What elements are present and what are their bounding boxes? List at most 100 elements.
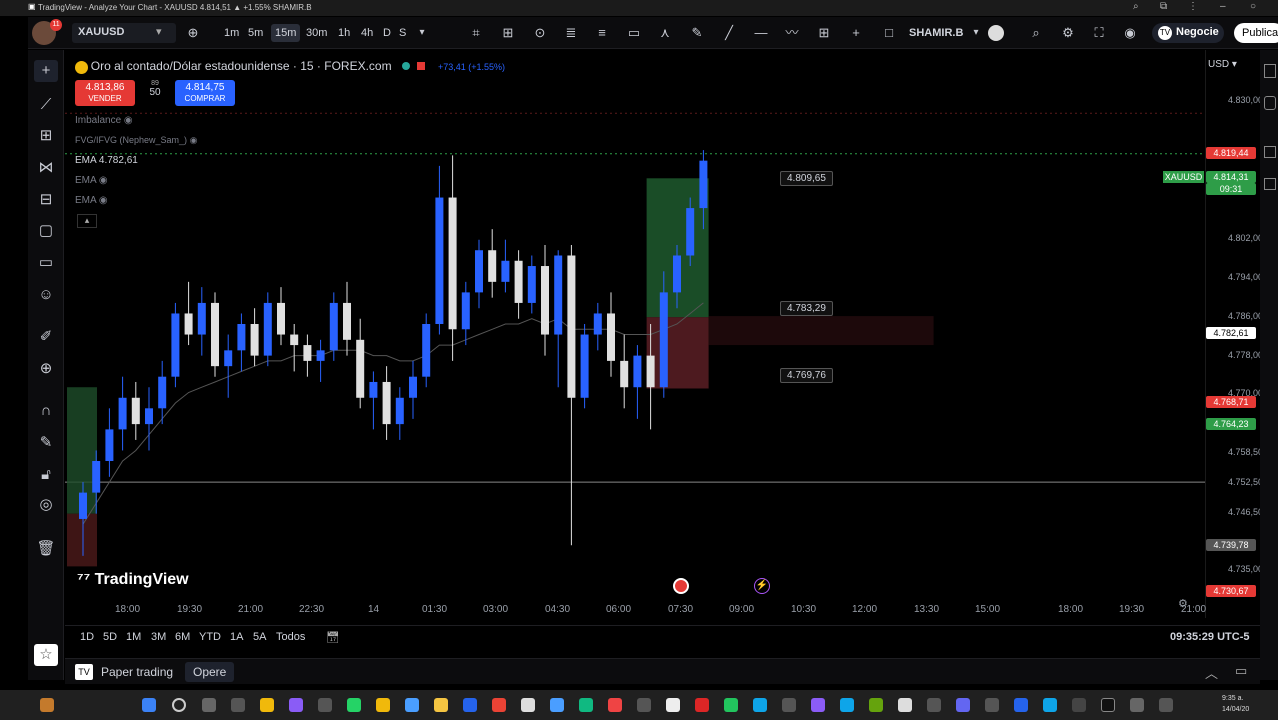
- eye-icon[interactable]: ◉: [124, 115, 133, 126]
- indicator-fvg[interactable]: FVG/IFVG (Nephew_Sam_) ◉: [75, 135, 197, 146]
- timeframe-30m[interactable]: 30m: [302, 24, 331, 42]
- zoom-tool-icon[interactable]: ⊕: [34, 358, 58, 380]
- chevron-down-icon[interactable]: ▾: [968, 25, 984, 41]
- search-icon[interactable]: ⌕: [1028, 25, 1044, 41]
- paper-trading-label[interactable]: Paper trading: [101, 665, 173, 679]
- fib-icon[interactable]: ⋏: [657, 25, 673, 41]
- chrome-icon[interactable]: [492, 698, 506, 712]
- task-view-icon[interactable]: [202, 698, 216, 712]
- app-icon[interactable]: [753, 698, 767, 712]
- indicator-ema-1[interactable]: EMA 4.782,61: [75, 155, 138, 166]
- pattern-tool-icon[interactable]: ⋈: [34, 157, 58, 179]
- price-chart[interactable]: [65, 50, 1205, 598]
- app-icon[interactable]: [927, 698, 941, 712]
- app-icon[interactable]: [405, 698, 419, 712]
- timeframe-1m[interactable]: 1m: [220, 24, 243, 42]
- timeframe-15m[interactable]: 15m: [271, 24, 301, 42]
- ruler-tool-icon[interactable]: ✐: [34, 326, 58, 348]
- trade-button[interactable]: TV Negocie: [1152, 23, 1224, 43]
- hline-icon[interactable]: —: [753, 25, 769, 41]
- whatsapp-icon[interactable]: [347, 698, 361, 712]
- brush-icon[interactable]: ✎: [689, 25, 705, 41]
- app-icon[interactable]: [782, 698, 796, 712]
- app-icon[interactable]: [637, 698, 651, 712]
- app-icon[interactable]: [376, 698, 390, 712]
- add-symbol-icon[interactable]: ⊕: [185, 25, 201, 41]
- gear-icon[interactable]: ⚙: [1060, 25, 1076, 41]
- app-icon[interactable]: [811, 698, 825, 712]
- app-icon[interactable]: [840, 698, 854, 712]
- eye-icon[interactable]: ◉: [190, 135, 198, 145]
- range-6m[interactable]: 6M: [175, 631, 190, 643]
- account-dot-icon[interactable]: [988, 25, 1004, 41]
- timeframe-4h[interactable]: 4h: [357, 24, 377, 42]
- timeframe-5m[interactable]: 5m: [244, 24, 267, 42]
- app-icon[interactable]: [579, 698, 593, 712]
- symbol-search[interactable]: XAUUSD ▾: [72, 23, 176, 43]
- range-all[interactable]: Todos: [276, 631, 305, 643]
- menu-icon[interactable]: ⋮: [1188, 1, 1198, 12]
- range-1a[interactable]: 1A: [230, 631, 243, 643]
- chevron-down-icon[interactable]: ▾: [414, 25, 430, 41]
- replay-icon[interactable]: ≣: [563, 25, 579, 41]
- extensions-icon[interactable]: ⧉: [1160, 1, 1167, 12]
- line-tool-icon[interactable]: ⟋: [34, 94, 58, 116]
- indicator-imbalance[interactable]: Imbalance ◉: [75, 115, 133, 126]
- app-icon[interactable]: [1159, 698, 1173, 712]
- chevron-up-icon[interactable]: ︿: [1205, 663, 1218, 682]
- alerts-icon[interactable]: [1264, 96, 1276, 110]
- chart-pane[interactable]: Oro al contado/Dólar estadounidense · 15…: [65, 50, 1205, 598]
- calendar-icon[interactable]: 📅︎: [326, 631, 340, 644]
- templates-icon[interactable]: ≡: [594, 25, 610, 41]
- lock-drawing-icon[interactable]: ✎: [34, 432, 58, 454]
- publish-button[interactable]: Publica: [1234, 23, 1278, 43]
- maximize-panel-icon[interactable]: ▭: [1235, 663, 1247, 679]
- range-5a[interactable]: 5A: [253, 631, 266, 643]
- alert-icon[interactable]: ⊙: [532, 25, 548, 41]
- app-icon[interactable]: [463, 698, 477, 712]
- tiktok-icon[interactable]: [1072, 698, 1086, 712]
- app-icon[interactable]: [260, 698, 274, 712]
- watchlist-icon[interactable]: [1264, 64, 1276, 78]
- minimize-icon[interactable]: –: [1220, 1, 1226, 12]
- bar-style-icon[interactable]: ⌗: [468, 25, 484, 41]
- eye-icon[interactable]: ◉: [99, 195, 108, 206]
- range-1m[interactable]: 1M: [126, 631, 141, 643]
- timeframe-d[interactable]: D: [379, 24, 395, 42]
- indicators-icon[interactable]: ⊞: [500, 25, 516, 41]
- grid-icon[interactable]: ⊞: [816, 25, 832, 41]
- weather-icon[interactable]: [40, 698, 54, 712]
- magnet-tool-icon[interactable]: ∩: [34, 400, 58, 422]
- search-icon[interactable]: ⌕: [1133, 1, 1139, 12]
- windows-start-icon[interactable]: [142, 698, 156, 712]
- app-icon[interactable]: [1014, 698, 1028, 712]
- youtube-icon[interactable]: [608, 698, 622, 712]
- projection-tool-icon[interactable]: ⊟: [34, 189, 58, 211]
- timeframe-1h[interactable]: 1h: [334, 24, 354, 42]
- fullscreen-icon[interactable]: ⛶: [1091, 25, 1107, 41]
- account-label[interactable]: SHAMIR.B: [909, 17, 963, 49]
- price-axis[interactable]: USD ▾ 4.830,00 4.802,00 4.794,00 4.786,0…: [1178, 50, 1263, 618]
- buy-button[interactable]: 4.814,75 COMPRAR: [175, 80, 235, 106]
- watchlist-star-icon[interactable]: ☆: [34, 644, 58, 666]
- eye-icon[interactable]: ◉: [99, 175, 108, 186]
- telegram-icon[interactable]: [1043, 698, 1057, 712]
- app-icon[interactable]: [724, 698, 738, 712]
- app-icon[interactable]: [985, 698, 999, 712]
- camera-icon[interactable]: ◉: [1122, 25, 1138, 41]
- trendline-icon[interactable]: ╱: [721, 25, 737, 41]
- sell-button[interactable]: 4.813,86 VENDER: [75, 80, 135, 106]
- timeframe-s[interactable]: S: [395, 24, 410, 42]
- settings-icon[interactable]: [1130, 698, 1144, 712]
- note-icon[interactable]: ▭: [626, 25, 642, 41]
- chat-icon[interactable]: [1264, 146, 1276, 158]
- app-icon[interactable]: [521, 698, 535, 712]
- collapse-legend-icon[interactable]: ▴: [77, 214, 97, 228]
- time-axis[interactable]: 18:00 19:30 21:00 22:30 14 01:30 03:00 0…: [65, 600, 1206, 620]
- lightning-event-icon[interactable]: ⚡: [754, 578, 770, 594]
- path-icon[interactable]: 〰: [784, 25, 800, 41]
- currency-select[interactable]: USD ▾: [1208, 59, 1258, 75]
- search-icon[interactable]: [172, 698, 186, 712]
- indicator-ema-2[interactable]: EMA ◉: [75, 175, 108, 186]
- layout-icon[interactable]: □: [881, 25, 897, 41]
